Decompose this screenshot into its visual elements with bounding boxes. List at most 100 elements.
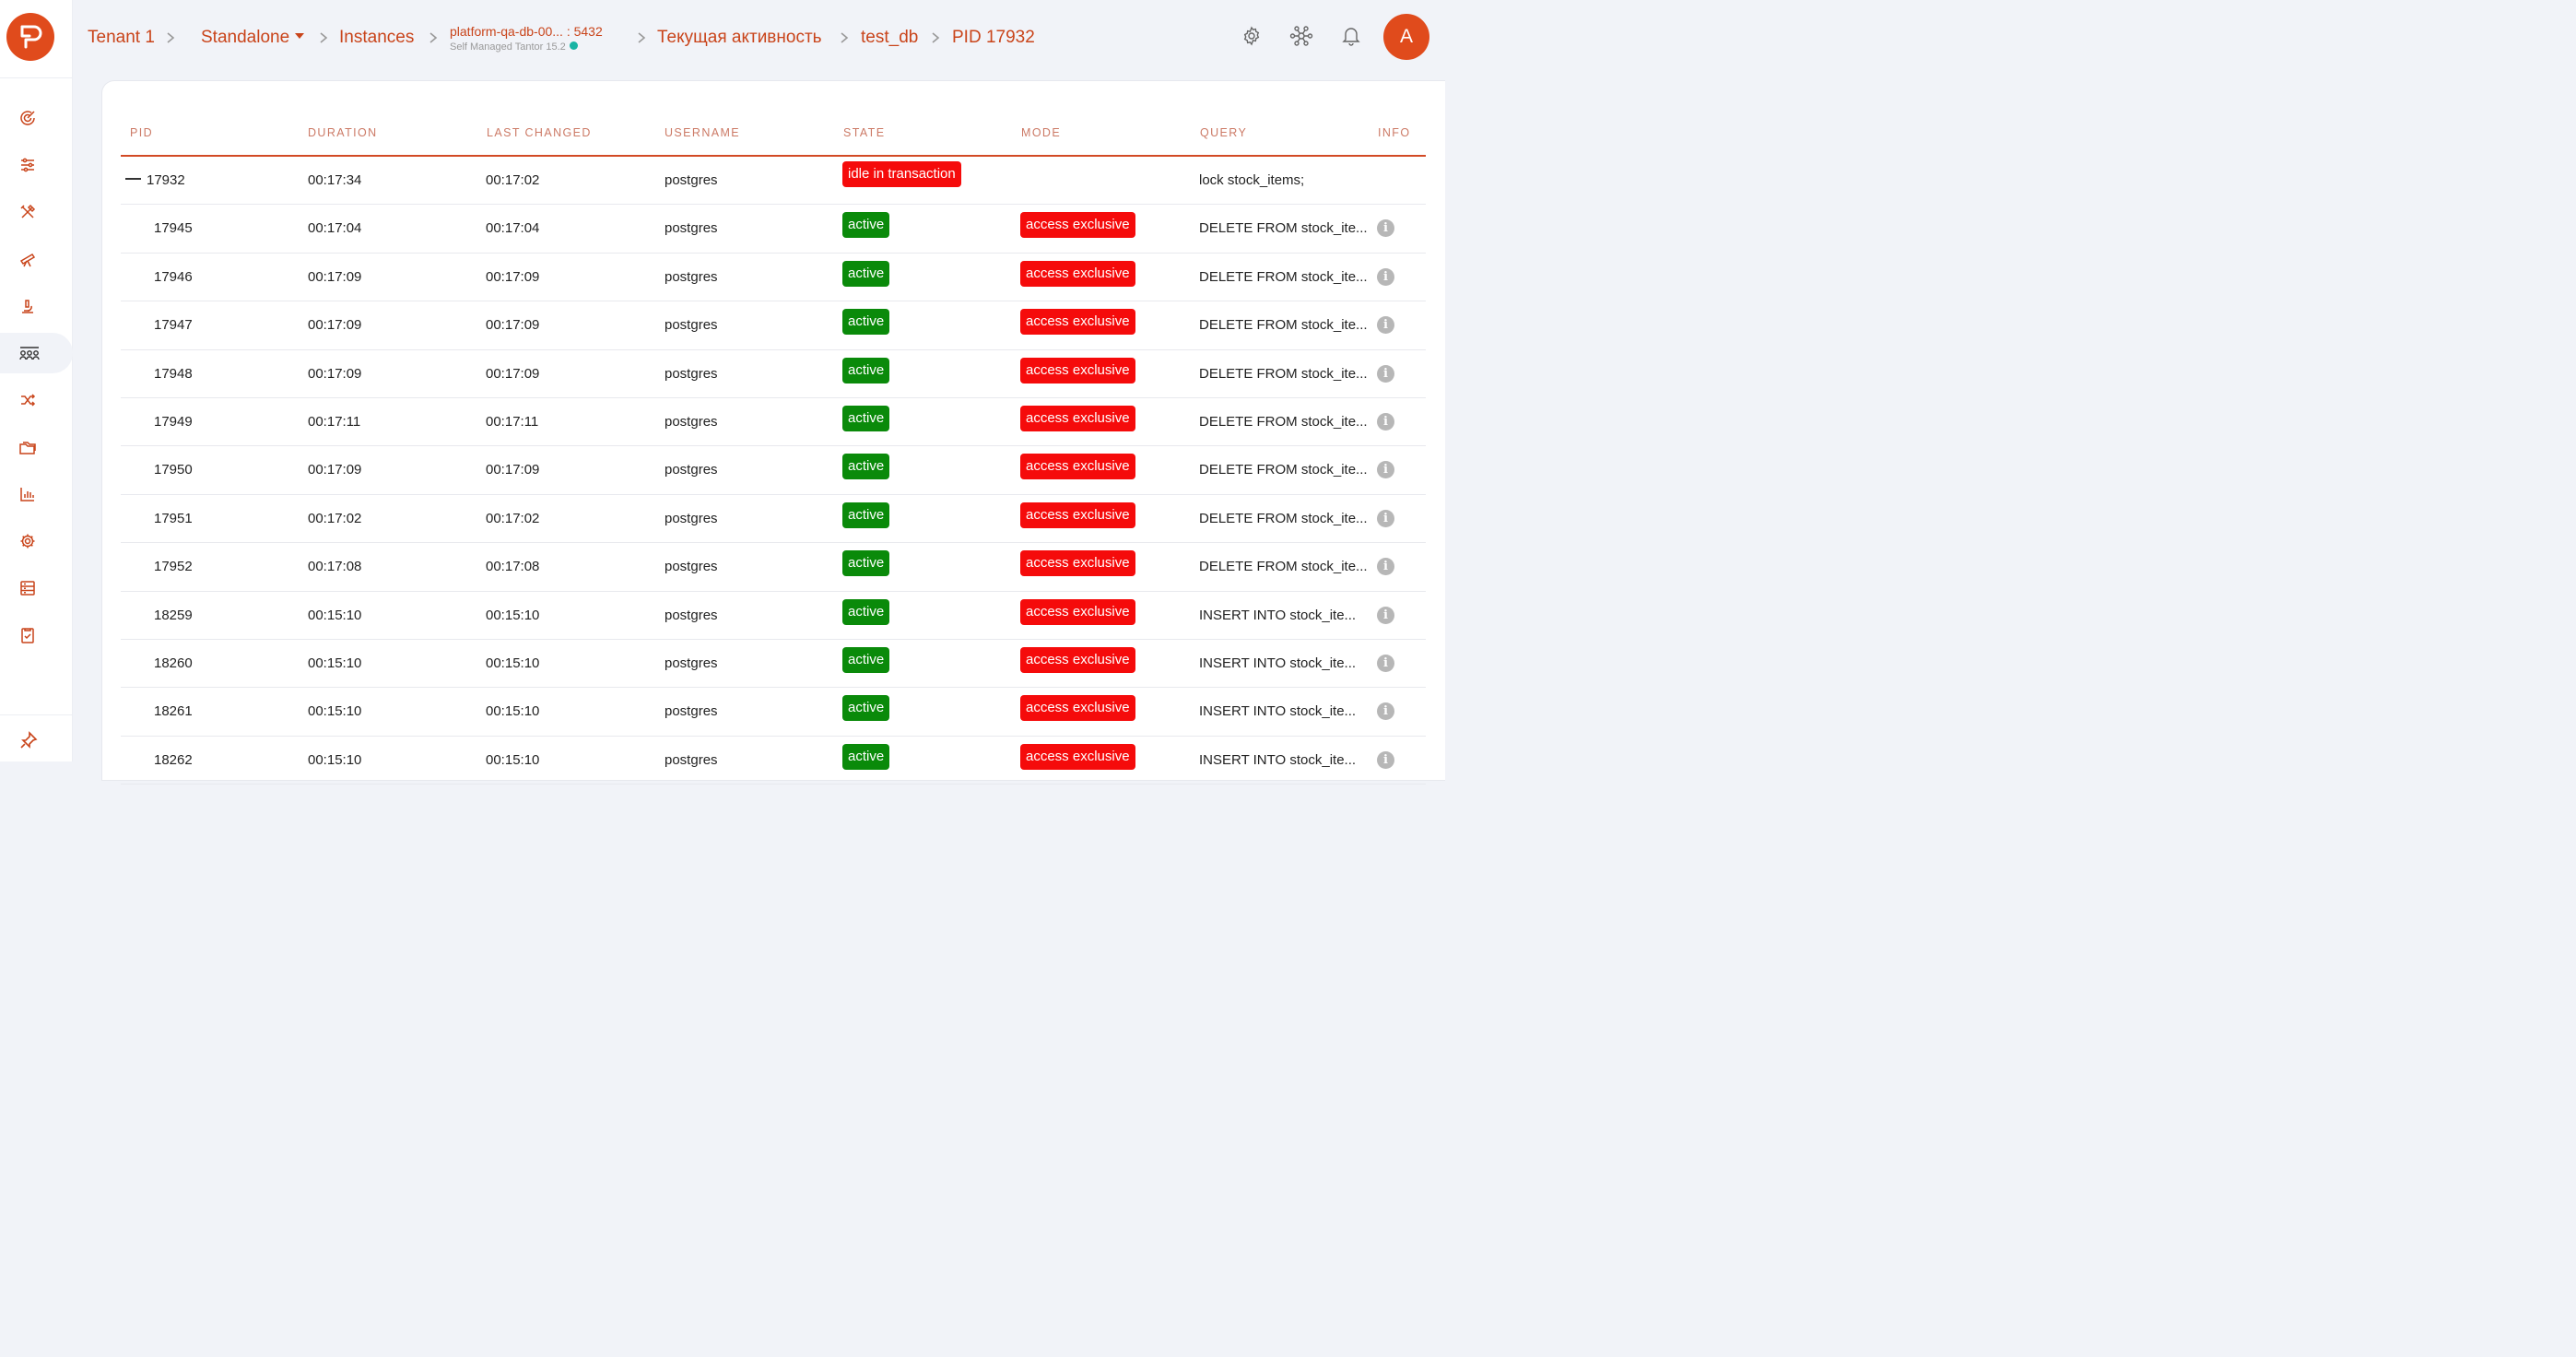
column-header-query[interactable]: QUERY [1200,126,1247,139]
state-badge: active [842,260,890,287]
table-row[interactable]: 17932 00:17:34 00:17:02 postgres idle in tra… [121,157,1426,206]
query-cell[interactable]: INSERT INTO stock_ite... [1199,608,1356,623]
last-changed-cell: 00:15:10 [486,655,540,671]
bell-icon [1342,28,1360,46]
info-icon[interactable]: i [1377,219,1394,238]
notifications-button[interactable] [1339,24,1363,48]
query-cell[interactable]: DELETE FROM stock_ite... [1199,414,1368,430]
info-icon[interactable]: i [1377,702,1394,721]
collapse-icon[interactable] [125,178,141,180]
pid-cell: 17945 [154,220,193,237]
table-row[interactable]: 17949 00:17:11 00:17:11 postgres active acces… [121,398,1426,447]
query-cell[interactable]: INSERT INTO stock_ite... [1199,752,1356,768]
telescope-icon [19,253,36,267]
table-row[interactable]: 17946 00:17:09 00:17:09 postgres active acces… [121,254,1426,302]
topology-button[interactable] [1289,24,1313,48]
table-body: 17932 00:17:34 00:17:02 postgres idle in tra… [121,157,1426,785]
last-changed-cell: 00:17:11 [486,413,539,430]
pid-cell: 17948 [154,365,193,382]
breadcrumb-instances[interactable]: Instances [339,28,414,48]
mode-badge: access exclusive [1020,212,1135,239]
nav-item-checks[interactable] [0,615,73,655]
nav-item-storage[interactable] [0,568,73,608]
breadcrumb-instance-host[interactable]: platform-qa-db-00... : 5432 [450,24,603,39]
query-cell[interactable]: DELETE FROM stock_ite... [1199,462,1368,478]
last-changed-cell: 00:17:02 [486,510,540,526]
column-header-info: INFO [1378,126,1411,139]
column-header-username[interactable]: USERNAME [665,126,740,139]
pid-cell: 17946 [154,268,193,285]
breadcrumb-mode-dropdown[interactable]: Standalone [201,28,305,48]
info-icon[interactable]: i [1377,412,1394,431]
query-cell[interactable]: INSERT INTO stock_ite... [1199,703,1356,719]
query-cell[interactable]: DELETE FROM stock_ite... [1199,511,1368,526]
column-header-duration[interactable]: DURATION [308,126,378,139]
column-header-state[interactable]: STATE [843,126,885,139]
breadcrumb-activity[interactable]: Текущая активность [657,28,822,48]
mode-badge: access exclusive [1020,646,1135,673]
pin-sidebar-button[interactable] [0,720,73,761]
state-badge: active [842,212,890,239]
query-cell[interactable]: DELETE FROM stock_ite... [1199,366,1368,382]
info-icon[interactable]: i [1377,461,1394,479]
nav-item-charts[interactable] [0,474,73,514]
pid-cell[interactable]: 17932 [125,172,185,188]
query-cell[interactable]: INSERT INTO stock_ite... [1199,655,1356,671]
table-row[interactable]: 18262 00:15:10 00:15:10 postgres active acces… [121,737,1426,785]
storage-icon [20,581,35,596]
table-row[interactable]: 17951 00:17:02 00:17:02 postgres active acces… [121,495,1426,544]
state-badge: active [842,695,890,722]
breadcrumb-database[interactable]: test_db [861,28,918,48]
info-icon[interactable]: i [1377,558,1394,576]
query-cell[interactable]: lock stock_items; [1199,172,1304,188]
table-row[interactable]: 17947 00:17:09 00:17:09 postgres active acces… [121,301,1426,350]
mode-badge: access exclusive [1020,357,1135,384]
info-icon[interactable]: i [1377,316,1394,335]
bar-chart-icon [20,488,34,502]
breadcrumb-tenant[interactable]: Tenant 1 [88,28,155,48]
nav-item-files[interactable] [0,427,73,467]
info-icon[interactable]: i [1377,750,1394,769]
username-cell: postgres [665,365,718,382]
table-row[interactable]: 18260 00:15:10 00:15:10 postgres active acces… [121,640,1426,689]
column-header-mode[interactable]: MODE [1021,126,1061,139]
duration-cell: 00:17:02 [308,510,362,526]
nav-item-configuration[interactable] [0,521,73,561]
table-row[interactable]: 17945 00:17:04 00:17:04 postgres active acces… [121,205,1426,254]
table-row[interactable]: 17950 00:17:09 00:17:09 postgres active acces… [121,446,1426,495]
column-header-pid[interactable]: PID [130,126,153,139]
nav-item-sessions[interactable] [0,333,73,373]
query-cell[interactable]: DELETE FROM stock_ite... [1199,269,1368,285]
query-cell[interactable]: DELETE FROM stock_ite... [1199,317,1368,333]
info-icon[interactable]: i [1377,606,1394,624]
app-logo[interactable] [6,13,54,61]
username-cell: postgres [665,559,718,575]
state-badge: idle in transaction [842,161,961,187]
info-icon[interactable]: i [1377,364,1394,383]
sidebar [0,0,73,761]
chevron-right-icon [429,32,438,43]
chevron-right-icon [841,32,849,43]
chevron-right-icon [167,32,175,43]
table-row[interactable]: 17948 00:17:09 00:17:09 postgres active acces… [121,350,1426,398]
nav-item-settings-sliders[interactable] [0,145,73,185]
nav-item-tools[interactable] [0,192,73,232]
settings-icon [1243,26,1260,46]
nav-item-inspect[interactable] [0,286,73,326]
table-row[interactable]: 18259 00:15:10 00:15:10 postgres active acces… [121,592,1426,640]
info-icon[interactable]: i [1377,267,1394,286]
nav-item-dashboard[interactable] [0,98,73,138]
info-icon[interactable]: i [1377,654,1394,672]
user-avatar[interactable]: A [1383,14,1429,60]
column-header-last-changed[interactable]: LAST CHANGED [487,126,592,139]
info-icon[interactable]: i [1377,509,1394,527]
table-row[interactable]: 18261 00:15:10 00:15:10 postgres active acces… [121,688,1426,737]
nav-item-shuffle[interactable] [0,380,73,420]
table-row[interactable]: 17952 00:17:08 00:17:08 postgres active acces… [121,543,1426,592]
query-cell[interactable]: DELETE FROM stock_ite... [1199,220,1368,236]
settings-button[interactable] [1240,24,1264,48]
username-cell: postgres [665,462,718,478]
nav-item-observe[interactable] [0,239,73,279]
query-cell[interactable]: DELETE FROM stock_ite... [1199,559,1368,574]
username-cell: postgres [665,317,718,334]
